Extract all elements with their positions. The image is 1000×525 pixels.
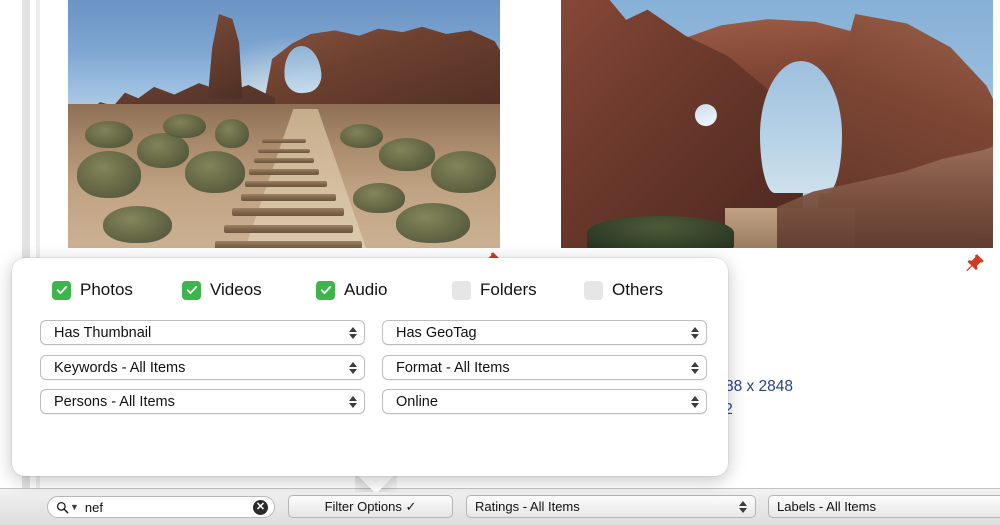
format-filter-select[interactable]: Format - All Items: [382, 355, 707, 380]
popover-arrow: [355, 474, 397, 492]
stepper-icon[interactable]: [348, 325, 357, 341]
chevron-down-icon[interactable]: ▼: [70, 502, 79, 512]
photo1-step: [262, 139, 306, 144]
photo1-step: [249, 169, 319, 175]
photo1-shrub: [184, 150, 246, 194]
checkbox-photos-label: Photos: [80, 280, 133, 299]
photo1-shrub: [102, 205, 172, 244]
checkmark-icon: [52, 280, 71, 300]
search-input[interactable]: ▼ nef ✕: [47, 496, 275, 518]
checkbox-others[interactable]: Others: [584, 280, 663, 300]
photo1-shrub: [340, 123, 384, 149]
photo1-step: [253, 158, 315, 164]
bottom-toolbar: ▼ nef ✕ Filter Options ✓ Ratings - All I…: [0, 488, 1000, 525]
checkbox-others-label: Others: [612, 280, 664, 299]
online-filter-label: Online: [396, 393, 438, 410]
screen-root: MD_1651.NEF /125s, ISO200, 4288 x 2848 c…: [0, 0, 1000, 525]
stepper-icon[interactable]: [690, 394, 699, 410]
stepper-icon[interactable]: [690, 360, 699, 376]
checkbox-videos[interactable]: Videos: [182, 280, 262, 300]
photo2-arch-opening: [759, 61, 842, 194]
geotag-filter-label: Has GeoTag: [396, 324, 477, 341]
geotag-filter-select[interactable]: Has GeoTag: [382, 320, 707, 345]
checkbox-empty-icon: [584, 280, 603, 300]
checkbox-folders[interactable]: Folders: [452, 280, 537, 300]
keywords-filter-select[interactable]: Keywords - All Items: [40, 355, 365, 380]
filter-options-button[interactable]: Filter Options ✓: [288, 495, 453, 518]
checkbox-audio[interactable]: Audio: [316, 280, 387, 300]
persons-filter-label: Persons - All Items: [54, 393, 175, 410]
stepper-icon[interactable]: [348, 394, 357, 410]
thumbnail-filter-label: Has Thumbnail: [54, 324, 152, 341]
filter-options-popover: Photos Videos Audio Folders Others Has T…: [12, 258, 728, 476]
photo1-step: [258, 148, 310, 154]
photo1-step: [232, 208, 345, 216]
photo1-shrub: [76, 150, 142, 199]
online-filter-select[interactable]: Online: [382, 389, 707, 414]
magnifier-icon: [56, 501, 69, 514]
photo1-shrub: [214, 118, 250, 149]
stepper-icon[interactable]: [690, 325, 699, 341]
photo1-shrub: [353, 183, 405, 214]
stepper-icon[interactable]: [348, 360, 357, 376]
photo1-shrub: [430, 150, 496, 194]
photo1-step: [223, 224, 354, 234]
labels-select[interactable]: Labels - All Items: [768, 495, 1000, 518]
red-pushpin-icon: [964, 252, 986, 274]
format-filter-label: Format - All Items: [396, 359, 510, 376]
stepper-icon[interactable]: [738, 499, 747, 515]
photo1-shrub: [137, 133, 189, 169]
photo1-shrub: [85, 121, 133, 149]
thumbnail-filter-select[interactable]: Has Thumbnail: [40, 320, 365, 345]
checkbox-audio-label: Audio: [344, 280, 388, 299]
keywords-filter-label: Keywords - All Items: [54, 359, 186, 376]
checkbox-empty-icon: [452, 280, 471, 300]
clear-search-button[interactable]: ✕: [253, 499, 268, 515]
checkbox-photos[interactable]: Photos: [52, 280, 133, 300]
photo1-step: [214, 241, 362, 248]
checkbox-folders-label: Folders: [480, 280, 537, 299]
checkbox-videos-label: Videos: [210, 280, 262, 299]
ratings-select[interactable]: Ratings - All Items: [466, 495, 756, 518]
persons-filter-select[interactable]: Persons - All Items: [40, 389, 365, 414]
photo1-shrub: [163, 113, 207, 139]
search-value-text: nef: [84, 499, 103, 515]
thumbnail-turret-arch[interactable]: [561, 0, 993, 248]
media-type-checkbox-row: Photos Videos Audio Folders Others: [40, 280, 700, 306]
labels-select-label: Labels - All Items: [777, 499, 876, 514]
checkmark-icon: [316, 280, 335, 300]
thumbnail-desert-trail[interactable]: [68, 0, 500, 248]
photo1-shrub: [379, 138, 436, 171]
photo2-shrub: [586, 215, 734, 248]
checkmark-icon: [182, 280, 201, 300]
ratings-select-label: Ratings - All Items: [475, 499, 580, 514]
photo1-shrub: [396, 203, 470, 244]
photo1-step: [245, 181, 328, 187]
photo1-step: [240, 193, 336, 201]
